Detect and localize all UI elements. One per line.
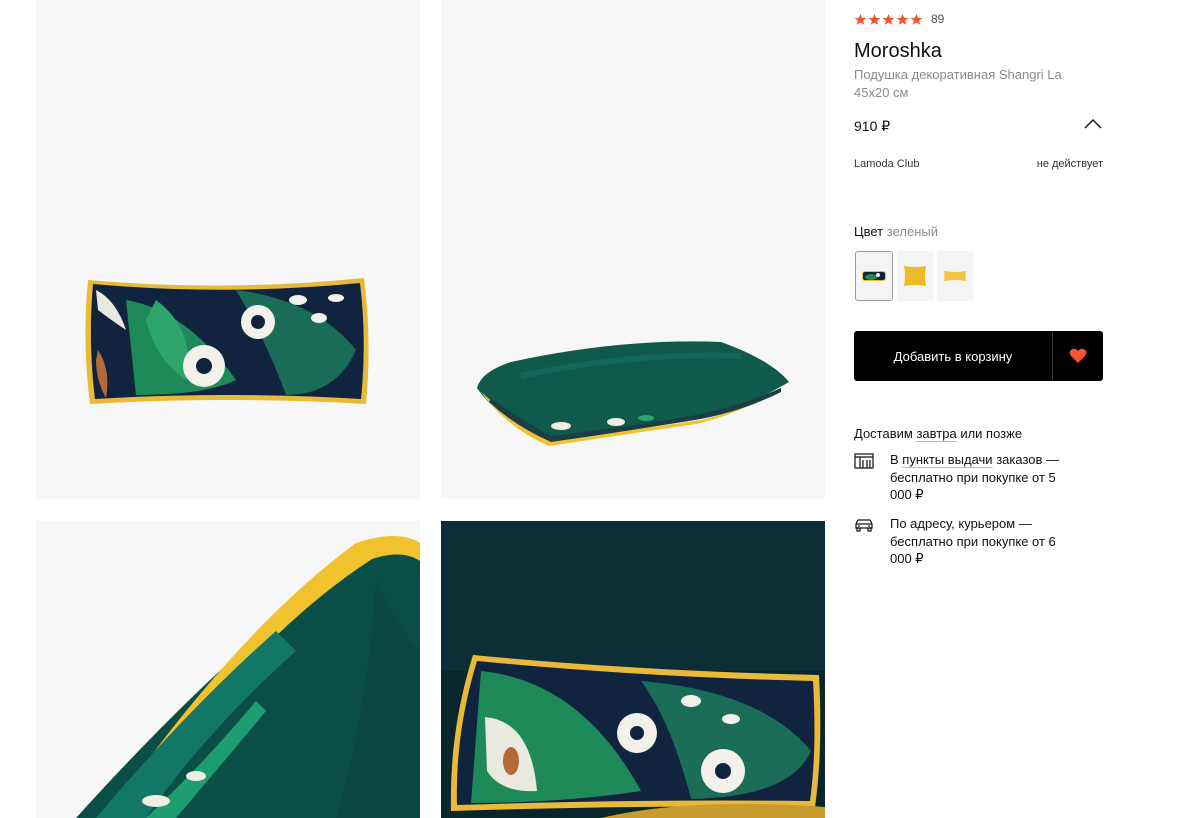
rating[interactable]: 89 (854, 12, 944, 26)
star-icon (910, 13, 923, 25)
review-count[interactable]: 89 (931, 12, 944, 26)
rating-stars (854, 13, 923, 26)
pickup-point-icon (854, 453, 874, 469)
pickup-text-pre: В (890, 452, 899, 467)
add-to-favorites-button[interactable] (1053, 331, 1103, 381)
gallery-image-side[interactable] (441, 0, 825, 499)
heart-icon (1069, 348, 1087, 363)
side-pillow-image (477, 341, 789, 446)
delivery-heading-pre: Доставим (854, 426, 913, 441)
pickup-points-link[interactable]: пункты выдачи (902, 452, 992, 467)
delivery-option-courier: По адресу, курьером — бесплатно при поку… (854, 515, 1103, 568)
swatch-yellow[interactable] (897, 251, 933, 301)
courier-text: По адресу, курьером — бесплатно при поку… (890, 516, 1056, 566)
delivery-heading-post: или позже (960, 426, 1023, 441)
club-label: Lamoda Club (854, 158, 920, 170)
delivery-heading: Доставим завтра или позже (854, 426, 1022, 441)
swatch-green[interactable] (855, 251, 893, 301)
color-label-text: Цвет (854, 224, 884, 239)
swatch-yellow-pillow (904, 266, 926, 286)
star-icon (882, 13, 895, 25)
club-status: не действует (1036, 158, 1103, 170)
gallery-image-closeup[interactable] (36, 521, 420, 818)
front-pillow-image (85, 278, 369, 404)
add-to-cart-button[interactable]: Добавить в корзину (854, 331, 1053, 381)
interior-pillow-image (441, 521, 825, 818)
product-title: Подушка декоративная Shangri La 45x20 см (854, 67, 1062, 100)
brand-name[interactable]: Moroshka (854, 40, 942, 63)
star-icon (896, 13, 909, 25)
price-collapse-button[interactable] (1083, 117, 1103, 131)
gallery-image-interior[interactable] (441, 521, 825, 818)
price: 910 ₽ (854, 118, 891, 134)
pickup-text: В пункты выдачи заказов — бесплатно при … (890, 451, 1080, 504)
delivery-option-pickup: В пункты выдачи заказов — бесплатно при … (854, 451, 1103, 504)
color-label: Цвет зеленый (854, 224, 938, 239)
star-icon (868, 13, 881, 25)
color-value: зеленый (886, 224, 938, 239)
closeup-pillow-image (76, 536, 420, 818)
color-swatches (855, 251, 973, 301)
swatch-yellow-light[interactable] (937, 251, 973, 301)
cart-actions: Добавить в корзину (854, 331, 1103, 381)
swatch-green-pillow (862, 271, 886, 281)
swatch-yellow-light-pillow (944, 271, 966, 281)
delivery-date-link[interactable]: завтра (916, 426, 956, 441)
chevron-up-icon (1084, 119, 1102, 129)
star-icon (854, 13, 867, 25)
car-icon (855, 519, 873, 532)
gallery-image-front[interactable] (36, 0, 420, 499)
